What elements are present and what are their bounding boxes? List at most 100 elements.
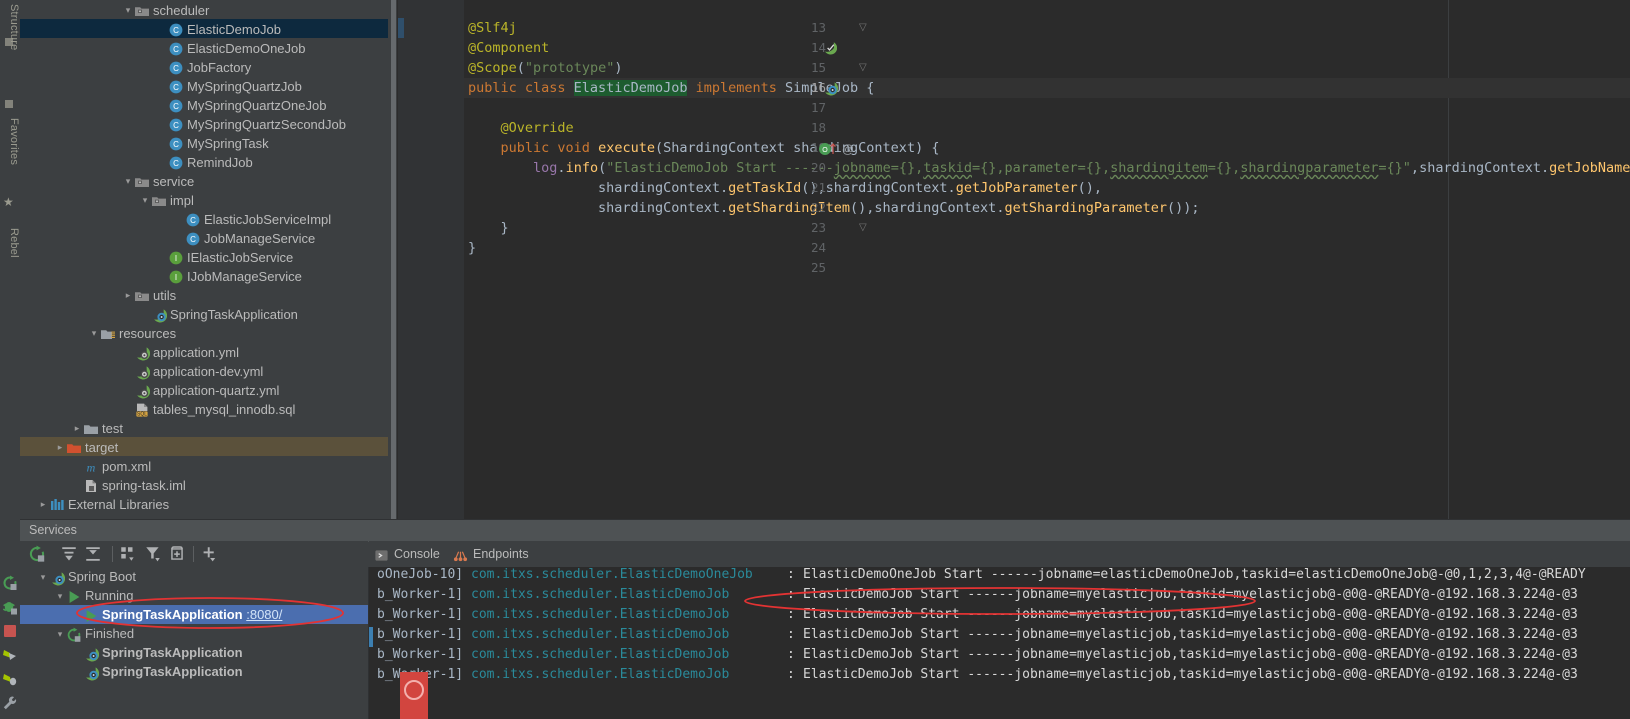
chevron-right-icon[interactable]: ▸ xyxy=(71,419,83,438)
add-service-icon[interactable] xyxy=(200,545,218,563)
code-line[interactable]: shardingContext.getTaskId(),shardingCont… xyxy=(468,178,1630,198)
class-icon: C xyxy=(168,136,184,152)
code-line[interactable]: } xyxy=(468,218,1630,238)
chevron-right-icon[interactable]: ▸ xyxy=(37,495,49,514)
editor-gutter[interactable] xyxy=(398,0,464,519)
tree-item-pom-xml[interactable]: m pom.xml xyxy=(20,456,388,475)
services-header[interactable]: Services xyxy=(20,519,1630,542)
console-output[interactable]: oOneJob-10] com.itxs.scheduler.ElasticDem… xyxy=(369,567,1630,719)
tab-endpoints[interactable]: Endpoints xyxy=(453,541,529,567)
tree-item-jobmanageservice[interactable]: C JobManageService xyxy=(20,228,388,247)
chevron-down-icon[interactable]: ▾ xyxy=(122,172,134,191)
tree-item-spring-task-iml[interactable]: spring-task.iml xyxy=(20,475,388,494)
expand-all-icon[interactable] xyxy=(60,545,78,563)
service-item-running[interactable]: ▾ Running xyxy=(20,586,368,605)
collapse-all-icon[interactable] xyxy=(84,545,102,563)
service-item-springtaskapplication[interactable]: SpringTaskApplication :8080/ xyxy=(20,605,368,624)
spring-boot-icon xyxy=(83,665,99,681)
code-line[interactable]: shardingContext.getShardingItem(),shardi… xyxy=(468,198,1630,218)
tab-console[interactable]: Console xyxy=(374,541,440,569)
service-item-springtaskapplication[interactable]: SpringTaskApplication xyxy=(20,662,368,681)
stop-icon[interactable] xyxy=(2,623,18,639)
tree-item-myspringquartzsecondjob[interactable]: C MySpringQuartzSecondJob xyxy=(20,114,388,133)
tree-item-application-quartz-yml[interactable]: application-quartz.yml xyxy=(20,380,388,399)
tree-item-resources[interactable]: ▾ resources xyxy=(20,323,388,342)
scrollbar-thumb[interactable] xyxy=(391,0,396,519)
fold-collapse-icon[interactable]: ▽ xyxy=(859,218,867,238)
console-line[interactable]: b_Worker-1] com.itxs.scheduler.ElasticDem… xyxy=(369,605,1630,625)
project-tree-scrollbar[interactable] xyxy=(390,0,397,519)
chevron-down-icon[interactable]: ▾ xyxy=(122,1,134,20)
code-line[interactable]: public class ElasticDemoJob implements S… xyxy=(468,78,1630,98)
debug-rerun-icon[interactable] xyxy=(2,599,18,615)
fold-collapse-icon[interactable]: ▽ xyxy=(859,58,867,78)
console-line[interactable]: oOneJob-10] com.itxs.scheduler.ElasticDem… xyxy=(369,567,1630,585)
chevron-down-icon[interactable]: ▾ xyxy=(54,625,66,644)
run-with-jrebel-icon[interactable] xyxy=(2,647,18,663)
code-line[interactable]: @Override xyxy=(468,118,1630,138)
chevron-right-icon[interactable]: ▸ xyxy=(122,286,134,305)
fold-collapse-icon[interactable]: ▽ xyxy=(859,18,867,38)
sidebar-tab-structure[interactable]: Structure xyxy=(0,4,20,50)
tree-item-ielasticjobservice[interactable]: I IElasticJobService xyxy=(20,247,388,266)
code-line[interactable]: @Scope("prototype") xyxy=(468,58,1630,78)
code-area[interactable]: @Slf4j @Component @Scope("prototype") publi… xyxy=(464,0,1630,519)
tree-item-elasticjobserviceimpl[interactable]: C ElasticJobServiceImpl xyxy=(20,209,388,228)
tree-item-service[interactable]: ▾ service xyxy=(20,171,388,190)
code-line[interactable]: @Component xyxy=(468,38,1630,58)
tree-item-myspringquartzonejob[interactable]: C MySpringQuartzOneJob xyxy=(20,95,388,114)
settings-wrench-icon[interactable] xyxy=(2,695,18,711)
tree-item-impl[interactable]: ▾ impl xyxy=(20,190,388,209)
chevron-down-icon[interactable]: ▾ xyxy=(139,191,151,210)
tree-item-external-libraries[interactable]: ▸ External Libraries xyxy=(20,494,388,513)
chevron-down-icon[interactable]: ▾ xyxy=(37,568,49,587)
console-line[interactable]: b_Worker-1] com.itxs.scheduler.ElasticDem… xyxy=(369,625,1630,645)
tree-item-application-dev-yml[interactable]: application-dev.yml xyxy=(20,361,388,380)
rerun-icon[interactable] xyxy=(2,575,18,591)
show-in-new-window-icon[interactable] xyxy=(168,545,186,563)
service-item-finished[interactable]: ▾ Finished xyxy=(20,624,368,643)
tree-item-test[interactable]: ▸ test xyxy=(20,418,388,437)
tree-item-myspringtask[interactable]: C MySpringTask xyxy=(20,133,388,152)
tree-item-springtaskapplication[interactable]: SpringTaskApplication xyxy=(20,304,388,323)
code-editor[interactable]: @Slf4j @Component @Scope("prototype") publi… xyxy=(398,0,1630,519)
tree-item-jobfactory[interactable]: C JobFactory xyxy=(20,57,388,76)
tree-item-myspringquartzjob[interactable]: C MySpringQuartzJob xyxy=(20,76,388,95)
code-line[interactable]: @Slf4j xyxy=(468,18,1630,38)
project-tree[interactable]: ▾ scheduler C ElasticDemoJob C ElasticDemoOne… xyxy=(20,0,388,519)
console-line[interactable]: b_Worker-1] com.itxs.scheduler.ElasticDem… xyxy=(369,665,1630,685)
tree-item-elasticdemoonejob[interactable]: C ElasticDemoOneJob xyxy=(20,38,388,57)
service-item-spring-boot[interactable]: ▾ Spring Boot xyxy=(20,567,368,586)
tree-item-remindjob[interactable]: C RemindJob xyxy=(20,152,388,171)
code-line[interactable]: log.info("ElasticDemoJob Start ------job… xyxy=(468,158,1630,178)
tree-item-utils[interactable]: ▸ utils xyxy=(20,285,388,304)
tree-item-elasticdemojob[interactable]: C ElasticDemoJob xyxy=(20,19,388,38)
debug-with-jrebel-icon[interactable] xyxy=(2,671,18,687)
sidebar-tab-favorites[interactable]: Favorites xyxy=(0,118,20,165)
rerun-icon[interactable] xyxy=(28,545,46,563)
group-by-icon[interactable] xyxy=(119,545,137,563)
services-tree[interactable]: ▾ Spring Boot ▾ Running SpringTaskApplicatio… xyxy=(20,567,369,719)
chevron-right-icon[interactable]: ▸ xyxy=(54,438,66,457)
service-port-link[interactable]: :8080/ xyxy=(246,607,282,622)
chevron-down-icon[interactable]: ▾ xyxy=(54,587,66,606)
svg-text:C: C xyxy=(173,140,179,149)
tree-item-application-yml[interactable]: application.yml xyxy=(20,342,388,361)
console-line[interactable]: b_Worker-1] com.itxs.scheduler.ElasticDem… xyxy=(369,645,1630,665)
console-line[interactable]: b_Worker-1] com.itxs.scheduler.ElasticDem… xyxy=(369,585,1630,605)
code-line[interactable] xyxy=(468,258,1630,278)
tree-item-label: JobFactory xyxy=(187,60,252,76)
code-line[interactable] xyxy=(468,0,1630,18)
tree-item-target[interactable]: ▸ target xyxy=(20,437,388,456)
tree-item-scheduler[interactable]: ▾ scheduler xyxy=(20,0,388,19)
spring-bean-icon[interactable] xyxy=(822,40,838,60)
tree-item-ijobmanageservice[interactable]: I IJobManageService xyxy=(20,266,388,285)
tree-item-tables-mysql-innodb-sql[interactable]: SQL tables_mysql_innodb.sql xyxy=(20,399,388,418)
sidebar-tab-rebel[interactable]: Rebel xyxy=(0,228,20,258)
code-line[interactable]: } xyxy=(468,238,1630,258)
service-item-springtaskapplication[interactable]: SpringTaskApplication xyxy=(20,643,368,662)
filter-icon[interactable] xyxy=(144,545,162,563)
code-line[interactable]: public void execute(ShardingContext shar… xyxy=(468,138,1630,158)
chevron-down-icon[interactable]: ▾ xyxy=(88,324,100,343)
code-line[interactable] xyxy=(468,98,1630,118)
